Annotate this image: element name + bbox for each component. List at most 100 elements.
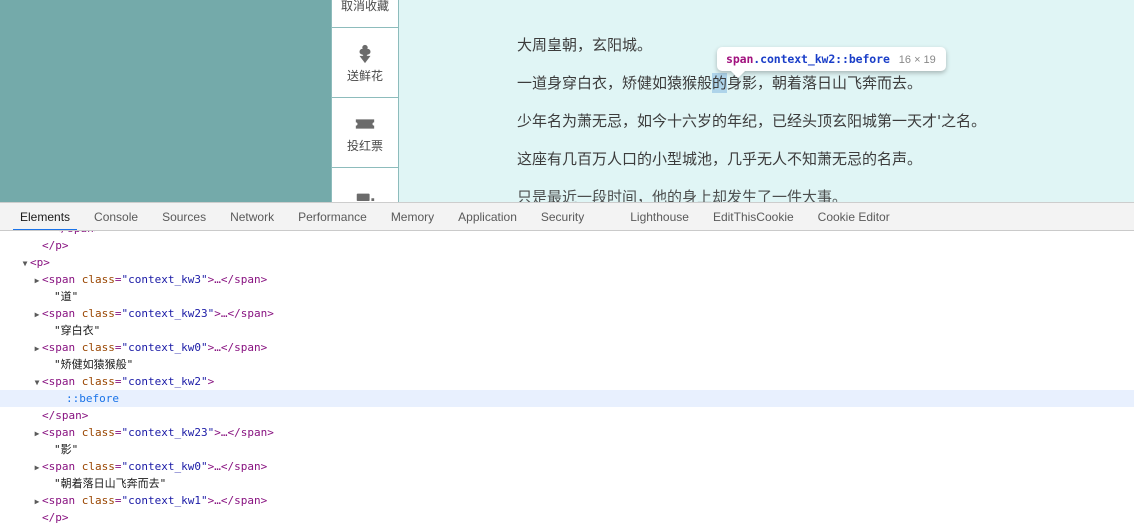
devtools-tab-lighthouse[interactable]: Lighthouse <box>618 203 701 230</box>
dom-tree-row[interactable]: ▶ <span class="context_kw3">…</span> <box>0 271 1134 288</box>
action-label-send-flowers: 送鲜花 <box>346 69 383 83</box>
dom-token-tag: span <box>48 494 76 507</box>
action-label-unfavorite: 取消收藏 <box>340 0 389 13</box>
dom-token-punct: </span> <box>220 341 268 354</box>
inspect-tooltip-class: .context_kw2::before <box>753 52 890 66</box>
partial-icon <box>354 190 376 203</box>
dom-token-val: "context_kw2" <box>121 375 208 388</box>
dom-token-punct: = <box>114 273 122 286</box>
dom-tree-row[interactable]: ▼ <p> <box>0 254 1134 271</box>
dom-tree-row[interactable]: "矫健如猿猴般" <box>0 356 1134 373</box>
dom-token-attr: class <box>81 375 115 388</box>
action-item-partial[interactable] <box>332 168 398 202</box>
dom-token-punct: > <box>214 307 221 320</box>
dom-tree-row[interactable]: "穿白衣" <box>0 322 1134 339</box>
dom-token-tag: span <box>48 307 76 320</box>
chevron-down-icon[interactable]: ▼ <box>32 374 42 391</box>
dom-token-text: "穿白衣" <box>54 324 101 337</box>
dom-token-tag: span <box>48 426 76 439</box>
dom-token-text: "矫健如猿猴般" <box>54 358 134 371</box>
element-inspect-tooltip: span.context_kw2::before 16 × 19 <box>717 47 946 79</box>
dom-tree-row[interactable]: ▶ <span class="context_kw23">…</span> <box>0 424 1134 441</box>
dom-token-val: "context_kw23" <box>121 426 215 439</box>
dom-token-punct: > <box>214 426 221 439</box>
article-line: 一道身穿白衣，矫健如猿猴般的身影，朝着落日山飞奔而去。 <box>517 73 1114 93</box>
chevron-right-icon[interactable]: ▶ <box>32 272 42 289</box>
dom-token-text: "影" <box>54 443 79 456</box>
devtools-tab-sources[interactable]: Sources <box>150 203 218 230</box>
dom-token-punct: < <box>42 460 49 473</box>
dom-token-attr: class <box>81 273 115 286</box>
dom-token-ellip: … <box>214 460 221 473</box>
dom-token-punct: < <box>42 307 49 320</box>
dom-token-punct: < <box>42 273 49 286</box>
devtools-tab-application[interactable]: Application <box>446 203 529 230</box>
dom-token-punct: = <box>114 460 122 473</box>
article-text-segment: 身影，朝着落日山飞奔而去。 <box>727 74 923 92</box>
dom-token-tag: span <box>48 273 76 286</box>
dom-token-punct: </span> <box>42 409 89 422</box>
dom-tree-row-selected[interactable]: ::before <box>0 390 1134 407</box>
dom-token-attr: class <box>81 460 115 473</box>
dom-token-val: "context_kw0" <box>121 460 208 473</box>
dom-token-text: "道" <box>54 290 79 303</box>
dom-token-val: "context_kw3" <box>121 273 208 286</box>
devtools-tab-performance[interactable]: Performance <box>286 203 379 230</box>
inspect-tooltip-selector: span.context_kw2::before <box>726 52 890 66</box>
dom-tree-row[interactable]: ▶ <span class="context_kw1">…</span> <box>0 492 1134 509</box>
dom-token-sp <box>75 426 82 439</box>
dom-token-punct: = <box>114 426 122 439</box>
dom-tree-row[interactable]: ▶ <span class="context_kw23">…</span> <box>0 305 1134 322</box>
dom-tree-row[interactable]: </p> <box>0 237 1134 254</box>
dom-token-sp <box>75 273 82 286</box>
devtools-tab-memory[interactable]: Memory <box>379 203 446 230</box>
dom-token-punct: < <box>42 494 49 507</box>
chevron-right-icon[interactable]: ▶ <box>32 425 42 442</box>
flower-icon <box>354 43 376 65</box>
dom-token-punct: </span> <box>220 273 268 286</box>
action-item-unfavorite[interactable]: 取消收藏 <box>332 0 398 28</box>
dom-token-punct: </span> <box>220 494 268 507</box>
dom-token-sp <box>75 494 82 507</box>
dom-token-punct: </p> <box>42 511 69 524</box>
dom-token-attr: class <box>81 494 115 507</box>
devtools-tab-cookie-editor[interactable]: Cookie Editor <box>806 203 902 230</box>
devtools-tab-editthiscookie[interactable]: EditThisCookie <box>701 203 806 230</box>
dom-tree-row[interactable]: ▶ <span class="context_kw0">…</span> <box>0 339 1134 356</box>
dom-tree-row[interactable]: </p> <box>0 509 1134 524</box>
chevron-down-icon[interactable]: ▼ <box>20 255 30 272</box>
dom-token-sp <box>75 375 82 388</box>
dom-token-sp <box>75 460 82 473</box>
devtools-tab-network[interactable]: Network <box>218 203 286 230</box>
article-text-column: 大周皇朝，玄阳城。 一道身穿白衣，矫健如猿猴般的身影，朝着落日山飞奔而去。 少年名为… <box>400 0 1134 202</box>
dom-token-val: "context_kw1" <box>121 494 208 507</box>
dom-token-punct: <p> <box>30 256 50 269</box>
highlighted-text-node: 的 <box>712 73 728 93</box>
chevron-right-icon[interactable]: ▶ <box>32 493 42 510</box>
dom-token-ellip: … <box>214 494 221 507</box>
dom-token-punct: < <box>42 375 49 388</box>
devtools-tab-bar: Elements Console Sources Network Performance… <box>0 203 1134 231</box>
dom-tree-row[interactable]: "道" <box>0 288 1134 305</box>
chevron-right-icon[interactable]: ▶ <box>32 340 42 357</box>
chevron-right-icon[interactable]: ▶ <box>32 306 42 323</box>
dom-tree-row[interactable]: ▶ <span class="context_kw0">…</span> <box>0 458 1134 475</box>
action-item-send-flowers[interactable]: 送鲜花 <box>332 28 398 98</box>
dom-tree-row[interactable]: "朝着落日山飞奔而去" <box>0 475 1134 492</box>
dom-token-punct: </p> <box>42 239 69 252</box>
action-item-vote-red-ticket[interactable]: 投红票 <box>332 98 398 168</box>
chevron-right-icon[interactable]: ▶ <box>32 459 42 476</box>
action-label-vote-red-ticket: 投红票 <box>346 139 383 153</box>
article-text-segment: 一道身穿白衣，矫健如猿猴般 <box>517 74 713 92</box>
dom-tree-view[interactable]: </span></p>▼<p>▶<span class="context_kw3… <box>0 231 1134 524</box>
dom-tree-row[interactable]: </span> <box>0 407 1134 424</box>
article-text-segment: 只是最近一段时间，他的身上却发生了一件大事。 <box>517 188 848 202</box>
devtools-tab-elements[interactable]: Elements <box>8 203 82 230</box>
dom-tree-row[interactable]: ▼ <span class="context_kw2"> <box>0 373 1134 390</box>
dom-tree-row[interactable]: "影" <box>0 441 1134 458</box>
inspect-tooltip-dimensions: 16 × 19 <box>898 54 936 66</box>
devtools-tab-console[interactable]: Console <box>82 203 150 230</box>
dom-token-ellip: … <box>214 341 221 354</box>
dom-token-attr: class <box>81 341 115 354</box>
devtools-tab-security[interactable]: Security <box>529 203 596 230</box>
